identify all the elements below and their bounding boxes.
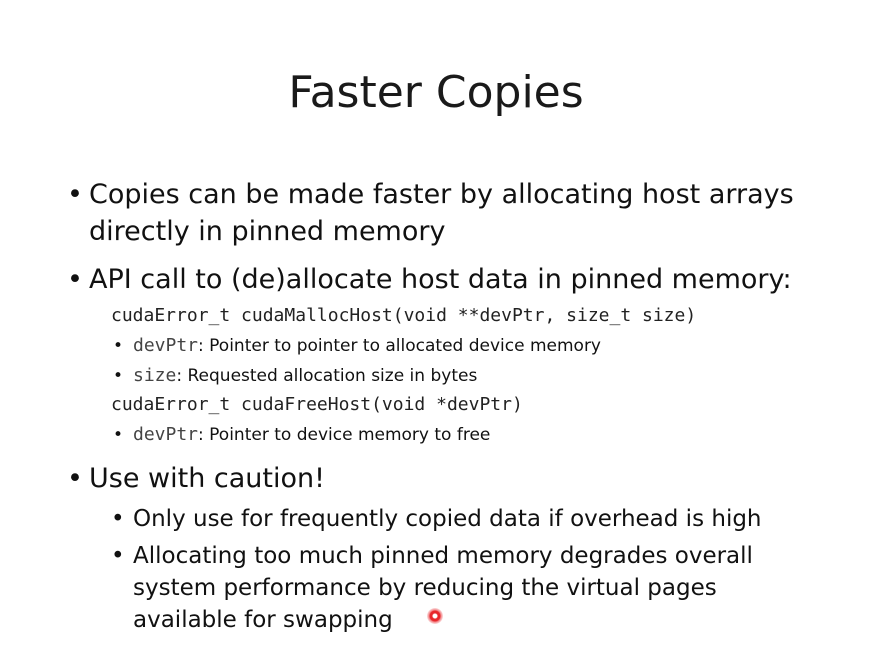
sub-bullet-text: system performance by reducing the virtu… — [133, 575, 717, 601]
bullet-text: Use with caution! — [89, 463, 325, 494]
param-devptr: • devPtr: Pointer to pointer to allocate… — [113, 334, 601, 358]
code-cudamallochost-signature: cudaError_t cudaMallocHost(void **devPtr… — [111, 305, 697, 326]
sub-bullet-degrades: • Allocating too much pinned memory degr… — [111, 540, 753, 572]
param-name: size — [133, 365, 177, 386]
slide: Faster Copies • Copies can be made faste… — [0, 0, 872, 647]
bullet-dot: • — [113, 425, 124, 445]
bullet-dot: • — [111, 506, 125, 532]
code-cudafreehost-signature: cudaError_t cudaFreeHost(void *devPtr) — [111, 394, 523, 415]
bullet-caution: • Use with caution! — [67, 460, 325, 497]
param-devptr-free: • devPtr: Pointer to device memory to fr… — [113, 423, 491, 447]
param-desc: : Pointer to device memory to free — [198, 425, 491, 445]
sub-bullet-degrades-cont2: available for swapping — [133, 604, 393, 636]
bullet-text: directly in pinned memory — [89, 216, 446, 247]
bullet-dot: • — [113, 336, 124, 356]
param-name: devPtr — [133, 424, 199, 445]
bullet-text: Copies can be made faster by allocating … — [89, 179, 794, 210]
param-desc: : Requested allocation size in bytes — [176, 366, 478, 386]
bullet-dot: • — [67, 264, 83, 295]
bullet-dot: • — [111, 543, 125, 569]
bullet-dot: • — [113, 366, 124, 386]
param-name: devPtr — [133, 335, 199, 356]
laser-pointer-icon — [427, 608, 443, 624]
sub-bullet-degrades-cont: system performance by reducing the virtu… — [133, 572, 717, 604]
param-size: • size: Requested allocation size in byt… — [113, 364, 478, 388]
param-desc: : Pointer to pointer to allocated device… — [198, 336, 601, 356]
slide-title: Faster Copies — [288, 67, 584, 118]
sub-bullet-text: Only use for frequently copied data if o… — [133, 506, 762, 532]
bullet-pinned-copies-cont: directly in pinned memory — [89, 213, 445, 250]
bullet-dot: • — [67, 463, 83, 494]
sub-bullet-text: Allocating too much pinned memory degrad… — [133, 543, 753, 569]
bullet-text: API call to (de)allocate host data in pi… — [89, 264, 792, 295]
bullet-dot: • — [67, 179, 83, 210]
sub-bullet-overhead: • Only use for frequently copied data if… — [111, 503, 762, 535]
sub-bullet-text: available for swapping — [133, 607, 393, 633]
bullet-pinned-copies: • Copies can be made faster by allocatin… — [67, 176, 794, 213]
bullet-api-call: • API call to (de)allocate host data in … — [67, 261, 792, 298]
